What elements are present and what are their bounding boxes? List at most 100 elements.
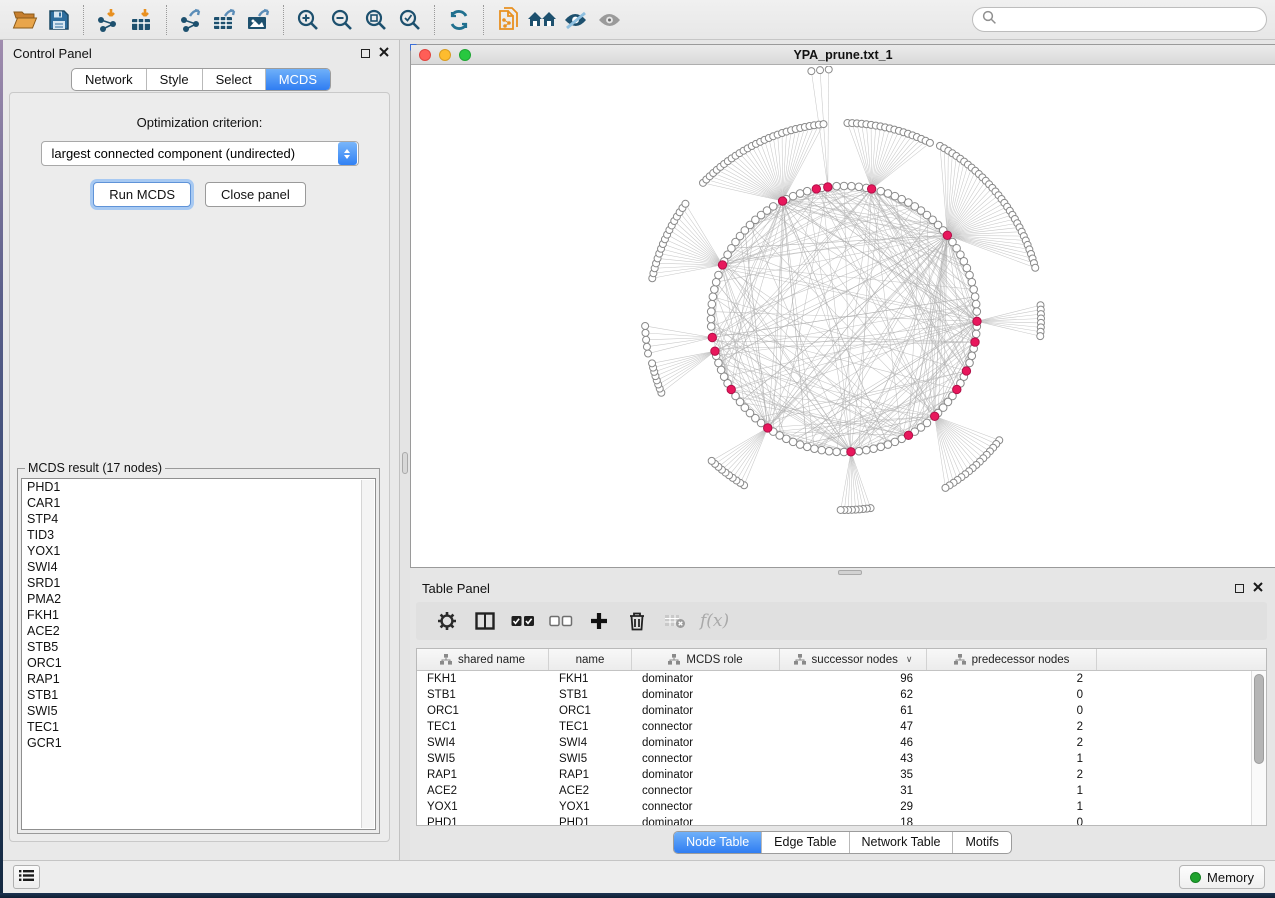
mcds-result-item[interactable]: STB5: [22, 639, 375, 655]
mcds-result-item[interactable]: TEC1: [22, 719, 375, 735]
zoom-in-button[interactable]: [291, 4, 325, 36]
table-cell: 1: [927, 751, 1097, 767]
refresh-view-button[interactable]: [442, 4, 476, 36]
close-panel-button[interactable]: Close panel: [205, 182, 306, 207]
function-builder-button[interactable]: f(x): [700, 611, 729, 631]
delete-column-button[interactable]: [618, 605, 656, 637]
table-row[interactable]: RAP1RAP1dominator352: [417, 767, 1251, 783]
show-all-networks-button[interactable]: [525, 4, 559, 36]
network-titlebar[interactable]: YPA_prune.txt_1: [411, 45, 1275, 65]
save-button[interactable]: [42, 4, 76, 36]
tab-node-table[interactable]: Node Table: [674, 832, 761, 853]
close-panel-icon[interactable]: [379, 44, 389, 62]
network-graph[interactable]: [411, 66, 1275, 567]
mcds-result-item[interactable]: SWI4: [22, 559, 375, 575]
mcds-result-item[interactable]: STB1: [22, 687, 375, 703]
table-cell: dominator: [632, 767, 780, 783]
table-row[interactable]: SWI5SWI5connector431: [417, 751, 1251, 767]
tab-style[interactable]: Style: [146, 69, 202, 90]
table-scrollbar-thumb[interactable]: [1254, 674, 1264, 764]
network-view-window: YPA_prune.txt_1: [410, 44, 1275, 568]
list-scrollbar[interactable]: [361, 480, 374, 828]
node-table-body[interactable]: FKH1FKH1dominator962STB1STB1dominator620…: [417, 671, 1251, 825]
table-row[interactable]: SWI4SWI4dominator462: [417, 735, 1251, 751]
table-toolbar: f(x): [416, 602, 1267, 640]
mcds-result-item[interactable]: SWI5: [22, 703, 375, 719]
tab-edge-table[interactable]: Edge Table: [761, 832, 848, 853]
splitter-handle-icon[interactable]: [402, 452, 408, 474]
search-box[interactable]: [972, 7, 1267, 32]
mcds-result-item[interactable]: ACE2: [22, 623, 375, 639]
column-layout-button[interactable]: [466, 605, 504, 637]
table-options-button[interactable]: [428, 605, 466, 637]
mcds-result-item[interactable]: PHD1: [22, 479, 375, 495]
table-row[interactable]: YOX1YOX1connector291: [417, 799, 1251, 815]
column-header-successor-nodes[interactable]: successor nodes∨: [780, 649, 927, 670]
refresh-icon: [447, 8, 471, 32]
mcds-result-item[interactable]: GCR1: [22, 735, 375, 751]
tab-select[interactable]: Select: [202, 69, 265, 90]
zoom-selected-button[interactable]: [393, 4, 427, 36]
mcds-result-item[interactable]: STP4: [22, 511, 375, 527]
horizontal-splitter-handle[interactable]: [838, 570, 862, 575]
mcds-result-item[interactable]: YOX1: [22, 543, 375, 559]
table-cell: 2: [927, 767, 1097, 783]
table-cell: dominator: [632, 687, 780, 703]
tab-mcds[interactable]: MCDS: [265, 69, 330, 90]
floppy-disk-icon: [48, 9, 70, 31]
float-table-panel-icon[interactable]: [1235, 584, 1244, 593]
table-row[interactable]: ACE2ACE2connector311: [417, 783, 1251, 799]
mcds-result-item[interactable]: SRD1: [22, 575, 375, 591]
zoom-fit-button[interactable]: [359, 4, 393, 36]
export-image-icon: [245, 7, 273, 33]
add-column-button[interactable]: [580, 605, 618, 637]
mcds-result-item[interactable]: PMA2: [22, 591, 375, 607]
panel-splitter[interactable]: [400, 40, 410, 860]
column-header-name[interactable]: name: [549, 649, 632, 670]
table-row[interactable]: ORC1ORC1dominator610: [417, 703, 1251, 719]
memory-button[interactable]: Memory: [1179, 865, 1265, 889]
search-input[interactable]: [997, 12, 1257, 27]
clone-network-button[interactable]: [491, 4, 525, 36]
open-file-button[interactable]: [8, 4, 42, 36]
mcds-result-item[interactable]: RAP1: [22, 671, 375, 687]
column-header-shared-name[interactable]: shared name: [417, 649, 549, 670]
float-panel-icon[interactable]: [361, 49, 370, 58]
table-cell: 2: [927, 735, 1097, 751]
zoom-out-button[interactable]: [325, 4, 359, 36]
run-mcds-button[interactable]: Run MCDS: [93, 182, 191, 207]
column-header-mcds-role[interactable]: MCDS role: [632, 649, 780, 670]
import-table-button[interactable]: [125, 4, 159, 36]
column-header-predecessor-nodes[interactable]: predecessor nodes: [927, 649, 1097, 670]
table-row[interactable]: FKH1FKH1dominator962: [417, 671, 1251, 687]
mcds-result-item[interactable]: CAR1: [22, 495, 375, 511]
export-image-button[interactable]: [242, 4, 276, 36]
mcds-result-item[interactable]: FKH1: [22, 607, 375, 623]
tab-network[interactable]: Network: [72, 69, 146, 90]
deselect-all-columns-button[interactable]: [542, 605, 580, 637]
hide-selected-button[interactable]: [559, 4, 593, 36]
table-cell: PHD1: [417, 815, 549, 825]
mcds-result-list[interactable]: PHD1CAR1STP4TID3YOX1SWI4SRD1PMA2FKH1ACE2…: [21, 478, 376, 830]
tab-motifs[interactable]: Motifs: [952, 832, 1010, 853]
show-hidden-button[interactable]: [593, 4, 627, 36]
plus-icon: [590, 612, 608, 630]
network-canvas[interactable]: [411, 66, 1275, 567]
tab-network-table[interactable]: Network Table: [849, 832, 953, 853]
select-all-columns-button[interactable]: [504, 605, 542, 637]
close-table-panel-icon[interactable]: [1253, 579, 1263, 597]
table-row[interactable]: PHD1PHD1dominator180: [417, 815, 1251, 825]
delete-table-button[interactable]: [656, 605, 694, 637]
export-network-icon: [178, 7, 204, 33]
table-scrollbar[interactable]: [1251, 671, 1266, 825]
export-network-button[interactable]: [174, 4, 208, 36]
table-row[interactable]: STB1STB1dominator620: [417, 687, 1251, 703]
table-cell: 29: [780, 799, 927, 815]
mcds-result-item[interactable]: TID3: [22, 527, 375, 543]
show-panels-menu-button[interactable]: [13, 865, 40, 889]
import-network-button[interactable]: [91, 4, 125, 36]
export-table-button[interactable]: [208, 4, 242, 36]
criterion-select[interactable]: largest connected component (undirected): [41, 141, 359, 166]
table-row[interactable]: TEC1TEC1connector472: [417, 719, 1251, 735]
mcds-result-item[interactable]: ORC1: [22, 655, 375, 671]
